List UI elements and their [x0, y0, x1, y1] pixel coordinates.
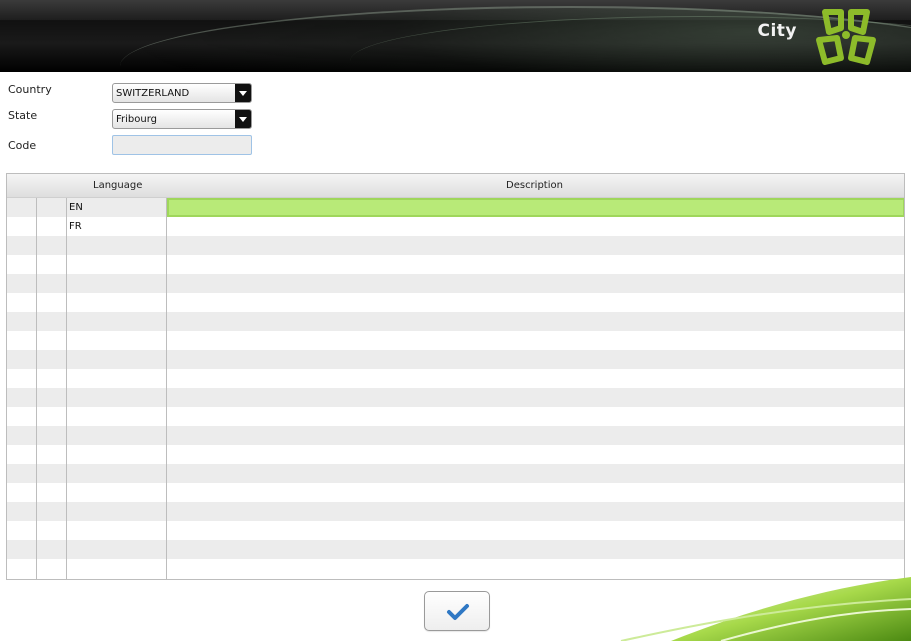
- header-bar: City: [0, 0, 911, 72]
- chevron-down-icon[interactable]: [235, 84, 251, 102]
- description-edit-cell[interactable]: [167, 198, 904, 217]
- table-row[interactable]: [7, 426, 904, 445]
- table-row[interactable]: [7, 464, 904, 483]
- language-cell[interactable]: EN: [69, 202, 83, 213]
- country-label: Country: [8, 83, 52, 96]
- column-divider: [66, 198, 67, 579]
- state-label: State: [8, 109, 38, 122]
- code-input[interactable]: [112, 135, 252, 155]
- table-row[interactable]: [7, 350, 904, 369]
- code-label: Code: [8, 139, 37, 152]
- table-row[interactable]: [7, 369, 904, 388]
- column-header-description[interactable]: Description: [506, 180, 563, 191]
- table-row[interactable]: [7, 540, 904, 559]
- table-row[interactable]: [7, 483, 904, 502]
- column-divider: [36, 198, 37, 579]
- table-row[interactable]: [7, 521, 904, 540]
- column-divider: [166, 198, 167, 579]
- column-header-language[interactable]: Language: [93, 180, 142, 191]
- table-row[interactable]: [7, 502, 904, 521]
- table-row[interactable]: [7, 236, 904, 255]
- chevron-down-icon[interactable]: [235, 110, 251, 128]
- table-row[interactable]: [7, 445, 904, 464]
- language-description-table: Language Description EN FR: [6, 173, 905, 580]
- logo-icon: [816, 9, 876, 65]
- table-row[interactable]: [7, 331, 904, 350]
- table-row[interactable]: [7, 407, 904, 426]
- table-row[interactable]: FR: [7, 217, 904, 236]
- table-header: Language Description: [7, 174, 904, 198]
- page-title: City: [757, 21, 797, 41]
- country-select-value: SWITZERLAND: [116, 88, 190, 99]
- table-row[interactable]: [7, 293, 904, 312]
- country-select[interactable]: SWITZERLAND: [112, 83, 252, 103]
- table-row[interactable]: [7, 274, 904, 293]
- table-row[interactable]: [7, 312, 904, 331]
- checkmark-icon: [447, 604, 469, 620]
- ok-button[interactable]: [424, 591, 490, 631]
- table-row[interactable]: [7, 255, 904, 274]
- background-swoosh-decoration: [620, 577, 911, 641]
- state-select-value: Fribourg: [116, 114, 158, 125]
- language-cell[interactable]: FR: [69, 221, 82, 232]
- table-row[interactable]: [7, 388, 904, 407]
- state-select[interactable]: Fribourg: [112, 109, 252, 129]
